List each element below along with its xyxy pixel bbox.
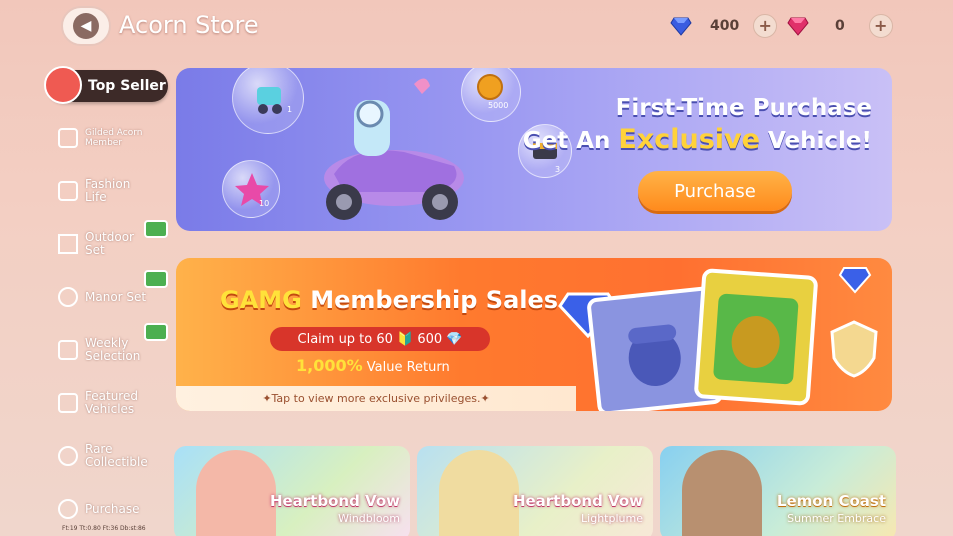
collectible-icon (58, 446, 78, 466)
star-icon (235, 173, 269, 206)
sidebar-item-label: Rare Collectible (85, 442, 148, 469)
headline-prefix: Get An (522, 128, 619, 154)
acorn-card-icon (58, 128, 78, 148)
shop-card-lemon-coast[interactable]: Lemon Coast Summer Embrace (660, 446, 896, 536)
headline-highlight: Exclusive (618, 124, 760, 155)
banner-subheadline: Get An Exclusive Vehicle! (523, 124, 872, 155)
chevron-left-icon: ◀ (73, 13, 99, 39)
thumbs-up-icon (58, 340, 78, 360)
card-subtitle: Lightplume (581, 512, 643, 525)
sidebar-item-purchase[interactable]: Purchase (58, 489, 170, 529)
card-title: Heartbond Vow (269, 492, 400, 510)
sidebar-item-fashion-life[interactable]: Fashion Life (58, 171, 170, 211)
reward-bubble-star: 10 (222, 160, 280, 218)
value-return: 1,000% Value Return (296, 356, 450, 375)
shop-card-heartbond-windbloom[interactable]: Heartbond Vow Windbloom (174, 446, 410, 536)
sidebar-item-label: Outdoor Set (85, 230, 134, 257)
sidebar-item-rare-collectible[interactable]: Rare Collectible (58, 436, 170, 476)
purchase-icon (58, 499, 78, 519)
character-avatar (682, 450, 762, 536)
sidebar-item-gilded-acorn-member[interactable]: Gilded Acorn Member (58, 118, 170, 158)
card-subtitle: Summer Embrace (787, 512, 886, 525)
page-title: Acorn Store (119, 11, 259, 39)
blue-gem-icon (670, 17, 692, 36)
gift-icon (144, 323, 168, 341)
add-pink-gem-button[interactable]: + (868, 14, 893, 38)
car-icon (58, 393, 78, 413)
headline-suffix: Vehicle! (759, 128, 872, 154)
sidebar-item-label: Top Seller (88, 77, 166, 94)
membership-title-rest: Membership Sales (301, 286, 559, 314)
membership-brand: GAMG (220, 286, 302, 314)
character-avatar (196, 450, 276, 536)
privileges-link[interactable]: ✦Tap to view more exclusive privileges.✦ (176, 386, 576, 411)
claim-pill: Claim up to 60 🔰 600 💎 (270, 327, 490, 351)
reward-bubble-accessory: 1 (232, 68, 304, 134)
accessory-icon (257, 87, 282, 114)
back-button[interactable]: ◀ (61, 6, 111, 46)
wardrobe-icon (58, 181, 78, 201)
gift-icon (144, 270, 168, 288)
scooter-vehicle-image (324, 78, 464, 220)
return-label: Value Return (362, 360, 450, 375)
header-bar: ◀ Acorn Store 400 + 0 + (0, 0, 953, 56)
sidebar-item-label: Featured Vehicles (85, 389, 138, 416)
add-blue-gem-button[interactable]: + (753, 14, 778, 38)
sidebar-item-label: Gilded Acorn Member (85, 128, 143, 148)
card-title: Lemon Coast (776, 492, 886, 510)
debug-overlay: Ft:19 Tt:0.80 Ft:36 Db:st:86 (62, 525, 146, 532)
currency-blue-gem: 400 + (670, 12, 778, 40)
shop-card-heartbond-lightplume[interactable]: Heartbond Vow Lightplume (417, 446, 653, 536)
manor-icon (58, 287, 78, 307)
sidebar-item-label: Weekly Selection (85, 336, 141, 363)
purchase-button[interactable]: Purchase (638, 171, 792, 211)
pink-gem-count: 0 (835, 18, 845, 34)
bubble-count: 10 (259, 199, 270, 208)
return-percentage: 1,000% (296, 356, 363, 375)
blue-diamond-icon (838, 267, 872, 294)
card-title: Heartbond Vow (512, 492, 643, 510)
membership-title: GAMG Membership Sales (220, 286, 558, 314)
gift-icon (144, 220, 168, 238)
tent-icon (58, 234, 78, 254)
sidebar-item-top-seller[interactable]: Top Seller (44, 66, 168, 104)
acorn-icon (713, 293, 799, 385)
character-avatar (439, 450, 519, 536)
category-sidebar: Top Seller Gilded Acorn Member Fashion L… (44, 62, 174, 536)
card-subtitle: Windbloom (338, 512, 400, 525)
bubble-count: 3 (555, 165, 561, 174)
banner-headline: First-Time Purchase (615, 95, 872, 121)
pink-gem-icon (787, 17, 809, 36)
sidebar-item-featured-vehicles[interactable]: Featured Vehicles (58, 383, 170, 423)
first-purchase-banner[interactable]: 1 5000 10 3 First-Time Purchase Get An E… (176, 68, 892, 231)
sidebar-item-label: Manor Set (85, 289, 147, 304)
sidebar-item-label: Fashion Life (85, 177, 131, 204)
sidebar-item-label: Purchase (85, 501, 140, 516)
shield-badge-icon (830, 320, 878, 378)
bubble-count: 5000 (488, 101, 509, 110)
blue-gem-count: 400 (710, 18, 740, 34)
membership-sales-banner[interactable]: GAMG Membership Sales Claim up to 60 🔰 6… (176, 258, 892, 411)
currency-pink-gem: 0 + (787, 12, 893, 40)
bubble-count: 1 (287, 105, 293, 114)
gold-membership-card (693, 268, 819, 406)
fire-icon (44, 66, 82, 104)
